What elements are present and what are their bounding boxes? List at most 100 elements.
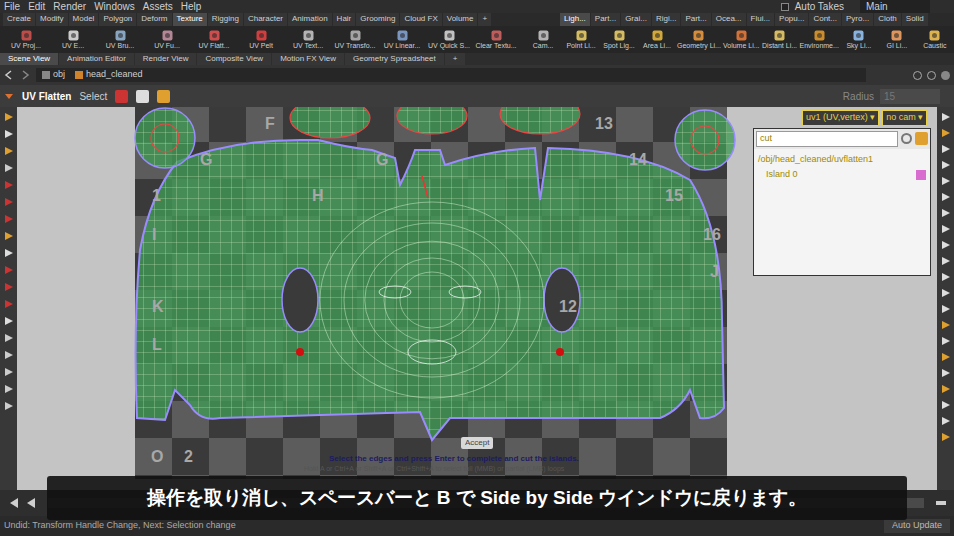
shelf-tool[interactable]: UV Flatt... bbox=[192, 29, 236, 50]
shelf-tab[interactable]: Volume bbox=[443, 13, 478, 26]
shelf-tab[interactable]: Polygon bbox=[99, 13, 136, 26]
menu-item[interactable]: Assets bbox=[143, 0, 173, 13]
radius-field[interactable]: 15 bbox=[880, 89, 940, 104]
tool-icon[interactable] bbox=[940, 159, 952, 171]
loop-icon[interactable] bbox=[934, 497, 948, 509]
tool-icon[interactable] bbox=[940, 351, 952, 363]
tool-icon[interactable] bbox=[940, 431, 952, 443]
tool-icon[interactable] bbox=[940, 191, 952, 203]
tool-icon[interactable] bbox=[3, 349, 15, 361]
shelf-tab[interactable]: Hair bbox=[333, 13, 356, 26]
shelf-tool[interactable]: Point Li... bbox=[563, 29, 599, 50]
tool-icon[interactable] bbox=[940, 399, 952, 411]
shelf-tool[interactable]: Environme... bbox=[800, 29, 839, 50]
accept-button[interactable]: Accept bbox=[461, 437, 493, 449]
jump-start-icon[interactable] bbox=[6, 497, 20, 509]
shelf-tool[interactable]: Geometry Li... bbox=[677, 29, 721, 50]
auto-takes-checkbox[interactable] bbox=[781, 3, 789, 11]
shelf-tab[interactable]: Ocea... bbox=[712, 13, 746, 26]
tool-icon[interactable] bbox=[3, 162, 15, 174]
scale-handle-icon[interactable] bbox=[157, 90, 170, 103]
shelf-tab[interactable]: Cloth bbox=[874, 13, 901, 26]
path-segment[interactable]: obj bbox=[42, 68, 65, 82]
tool-icon[interactable] bbox=[940, 271, 952, 283]
tool-icon[interactable] bbox=[940, 319, 952, 331]
shelf-tab[interactable]: Cont... bbox=[809, 13, 841, 26]
shelf-tab[interactable]: Model bbox=[69, 13, 99, 26]
tool-icon[interactable] bbox=[3, 128, 15, 140]
back-arrow-icon[interactable] bbox=[4, 70, 14, 80]
tool-icon[interactable] bbox=[940, 143, 952, 155]
pin-icon[interactable] bbox=[915, 132, 928, 145]
camera-select[interactable]: no cam ▾ bbox=[882, 110, 927, 126]
shelf-tab[interactable]: Flui... bbox=[747, 13, 775, 26]
pane-tab[interactable]: + bbox=[445, 53, 466, 65]
shelf-tool[interactable]: UV Fu... bbox=[145, 29, 189, 50]
shelf-tab[interactable]: Grai... bbox=[621, 13, 651, 26]
tool-icon[interactable] bbox=[940, 415, 952, 427]
shelf-tool[interactable]: UV E... bbox=[51, 29, 95, 50]
shelf-tab[interactable]: Character bbox=[244, 13, 287, 26]
tool-icon[interactable] bbox=[3, 196, 15, 208]
menu-item[interactable]: File bbox=[4, 0, 20, 13]
menu-item[interactable]: Help bbox=[181, 0, 202, 13]
link-icon[interactable] bbox=[927, 71, 936, 80]
menu-item[interactable]: Windows bbox=[94, 0, 135, 13]
shelf-tool[interactable]: Clear Textu... bbox=[474, 29, 518, 50]
path-field[interactable]: obj head_cleaned bbox=[36, 68, 866, 82]
move-handle-icon[interactable] bbox=[115, 90, 128, 103]
pane-tab[interactable]: Animation Editor bbox=[59, 53, 134, 65]
forward-arrow-icon[interactable] bbox=[20, 70, 30, 80]
shelf-tool[interactable]: Spot Lig... bbox=[601, 29, 637, 50]
tool-icon[interactable] bbox=[3, 264, 15, 276]
tool-icon[interactable] bbox=[940, 335, 952, 347]
shelf-tab[interactable]: Solid bbox=[902, 13, 928, 26]
tool-icon[interactable] bbox=[3, 298, 15, 310]
shelf-tab[interactable]: Part... bbox=[681, 13, 710, 26]
shelf-tab[interactable]: Animation bbox=[288, 13, 332, 26]
shelf-tab[interactable]: Cloud FX bbox=[400, 13, 441, 26]
shelf-tool[interactable]: Distant Li... bbox=[762, 29, 798, 50]
shelf-tab[interactable]: Rigging bbox=[208, 13, 243, 26]
tool-icon[interactable] bbox=[3, 315, 15, 327]
island-search-field[interactable]: cut bbox=[756, 131, 898, 147]
tool-icon[interactable] bbox=[3, 366, 15, 378]
settings-icon[interactable] bbox=[941, 71, 950, 80]
rotate-handle-icon[interactable] bbox=[136, 90, 149, 103]
shelf-tool[interactable]: UV Proj... bbox=[4, 29, 48, 50]
tool-icon[interactable] bbox=[940, 367, 952, 379]
shelf-tool[interactable]: UV Linear... bbox=[380, 29, 424, 50]
shelf-tab[interactable]: Part... bbox=[591, 13, 620, 26]
pane-tab[interactable]: Render View bbox=[135, 53, 197, 65]
path-segment[interactable]: head_cleaned bbox=[75, 68, 143, 82]
tool-icon[interactable] bbox=[3, 383, 15, 395]
shelf-tab[interactable]: Grooming bbox=[356, 13, 399, 26]
shelf-tool[interactable]: UV Pelt bbox=[239, 29, 283, 50]
pane-tab[interactable]: Composite View bbox=[197, 53, 271, 65]
tool-icon[interactable] bbox=[940, 111, 952, 123]
auto-update-button[interactable]: Auto Update bbox=[884, 519, 950, 533]
shelf-tool[interactable]: Sky Li... bbox=[841, 29, 877, 50]
shelf-tab[interactable]: Popu... bbox=[775, 13, 808, 26]
shelf-tool[interactable]: GI Li... bbox=[879, 29, 915, 50]
tool-icon[interactable] bbox=[3, 213, 15, 225]
tool-icon[interactable] bbox=[940, 175, 952, 187]
shelf-tab[interactable]: Deform bbox=[137, 13, 171, 26]
shelf-tool[interactable]: Cam... bbox=[525, 29, 561, 50]
shelf-tab[interactable]: Create bbox=[3, 13, 35, 26]
tool-icon[interactable] bbox=[940, 287, 952, 299]
tool-icon[interactable] bbox=[3, 281, 15, 293]
pane-tab[interactable]: Geometry Spreadsheet bbox=[345, 53, 444, 65]
tool-icon[interactable] bbox=[940, 303, 952, 315]
tool-icon[interactable] bbox=[940, 239, 952, 251]
tool-menu-icon[interactable] bbox=[4, 91, 14, 101]
tool-icon[interactable] bbox=[940, 255, 952, 267]
desktop-select[interactable]: Main bbox=[860, 0, 930, 13]
island-row[interactable]: Island 0 bbox=[754, 166, 930, 182]
menu-item[interactable]: Render bbox=[53, 0, 86, 13]
step-back-icon[interactable] bbox=[24, 497, 38, 509]
tool-icon[interactable] bbox=[940, 207, 952, 219]
tool-icon[interactable] bbox=[3, 145, 15, 157]
tool-icon[interactable] bbox=[940, 127, 952, 139]
shelf-tool[interactable]: UV Quick S... bbox=[427, 29, 471, 50]
